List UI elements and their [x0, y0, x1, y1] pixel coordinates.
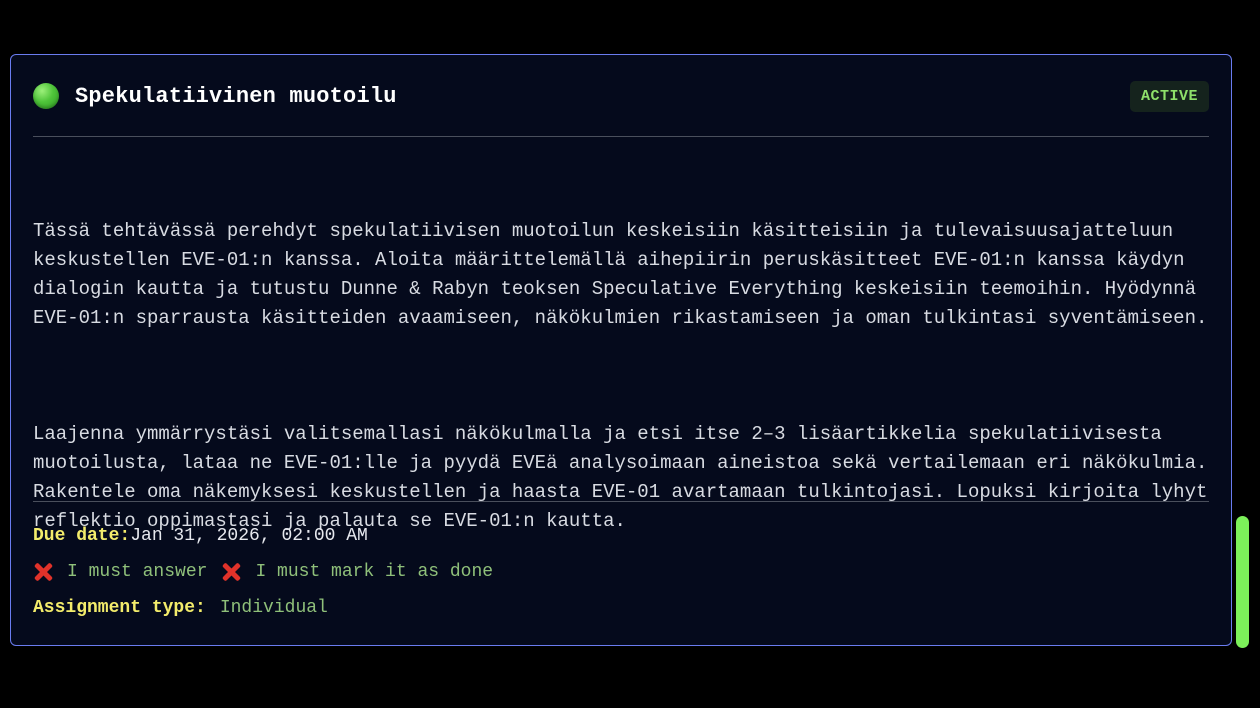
requirement-answer: I must answer [67, 562, 208, 582]
assignment-header: Spekulatiivinen muotoilu ACTIVE [33, 79, 1209, 113]
due-date-row: Due date: Jan 31, 2026, 02:00 AM [33, 525, 493, 547]
header-divider [33, 136, 1209, 137]
assignment-type-row: Assignment type: Individual [33, 597, 493, 619]
assignment-meta: Due date: Jan 31, 2026, 02:00 AM I must … [33, 525, 493, 619]
green-circle-icon [33, 83, 59, 109]
due-date-value: Jan 31, 2026, 02:00 AM [130, 526, 368, 546]
footer-divider [33, 501, 1209, 502]
description-paragraph: Laajenna ymmärrystäsi valitsemallasi näk… [33, 423, 1219, 532]
assignment-title: Spekulatiivinen muotoilu [75, 83, 397, 109]
scrollbar-thumb[interactable] [1236, 516, 1249, 648]
due-date-label: Due date: [33, 526, 131, 546]
cross-mark-icon [33, 562, 53, 582]
status-badge: ACTIVE [1129, 80, 1209, 112]
cross-mark-icon [221, 562, 241, 582]
assignment-card: Spekulatiivinen muotoilu ACTIVE Tässä te… [10, 54, 1232, 646]
requirements-row: I must answer I must mark it as done [33, 561, 493, 583]
assignment-type-value: Individual [219, 598, 328, 618]
requirement-mark-done: I must mark it as done [255, 562, 494, 582]
assignment-type-label: Assignment type: [33, 598, 206, 618]
description-paragraph: Tässä tehtävässä perehdyt spekulatiivise… [33, 220, 1208, 329]
